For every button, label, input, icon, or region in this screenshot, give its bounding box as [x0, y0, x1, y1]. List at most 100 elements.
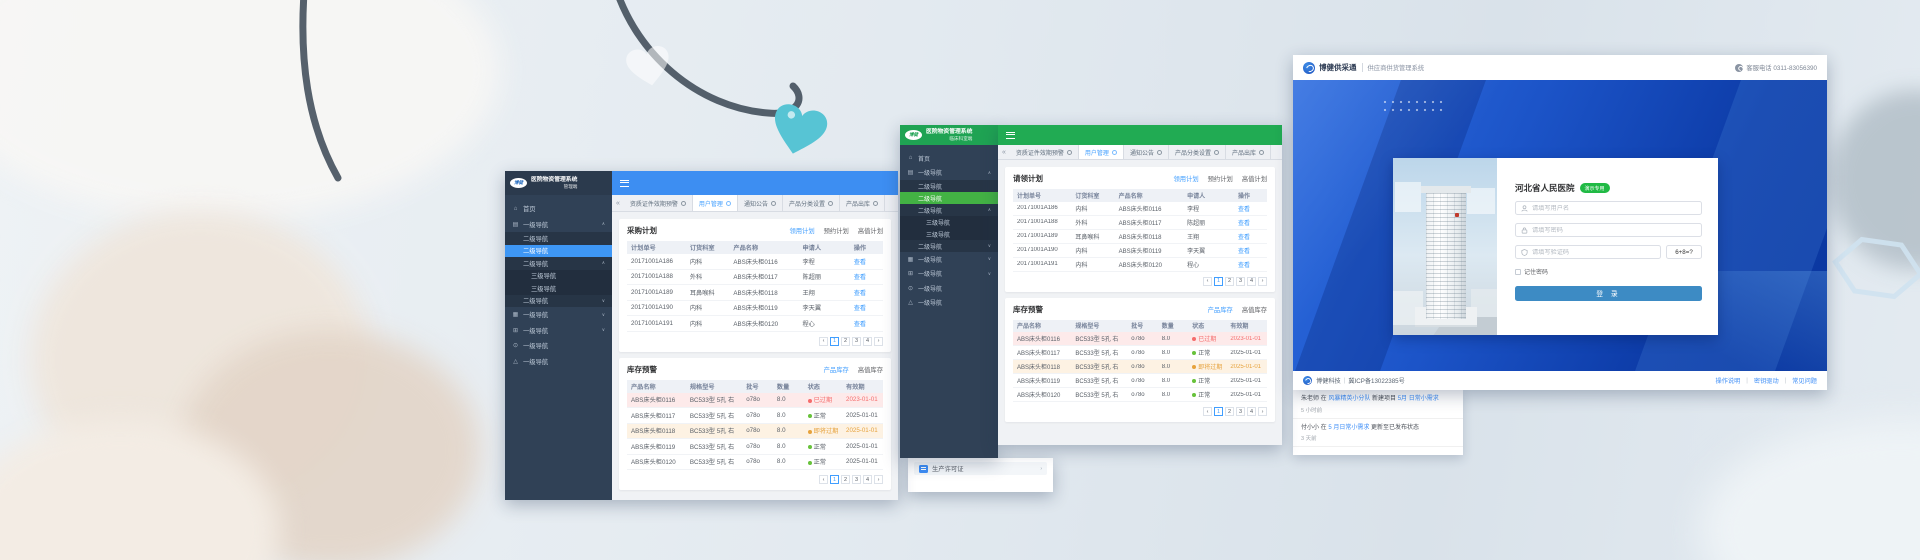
page-3[interactable]: 3 [1236, 407, 1245, 416]
sidebar-item-nav2[interactable]: 二级导航∧ [900, 204, 998, 216]
sidebar-item-nav1[interactable]: ▤一级导航∧ [505, 217, 612, 233]
tab-notice[interactable]: 通知公告 [1124, 145, 1169, 159]
sidebar-item-home[interactable]: ⌂首页 [900, 151, 998, 166]
sidebar-item-nav1[interactable]: ⊙一级导航 [505, 338, 612, 354]
tab-cert-expiry[interactable]: 资质证件效期预警 [624, 195, 693, 211]
sidebar-item-nav2-active[interactable]: 二级导航 [900, 192, 998, 204]
view-link[interactable]: 查看 [854, 259, 866, 266]
view-link[interactable]: 查看 [1238, 263, 1250, 269]
tab-product-outbound[interactable]: 产品出库 [1226, 145, 1271, 159]
link-highvalue-stock[interactable]: 高值库存 [1242, 305, 1267, 314]
page-2[interactable]: 2 [841, 475, 850, 484]
sidebar-item-nav2[interactable]: 二级导航 [900, 180, 998, 192]
sidebar-item-nav1[interactable]: △一级导航 [505, 354, 612, 370]
sidebar-item-nav3[interactable]: 三级导航 [505, 270, 612, 283]
page-1[interactable]: 1 [830, 475, 839, 484]
page-prev[interactable]: ‹ [819, 337, 828, 346]
page-3[interactable]: 3 [852, 337, 861, 346]
view-link[interactable]: 查看 [854, 290, 866, 297]
view-link[interactable]: 查看 [854, 274, 866, 281]
page-next[interactable]: › [874, 475, 883, 484]
sidebar-item-nav1[interactable]: ▦一级导航∨ [900, 252, 998, 267]
sidebar-item-nav1[interactable]: ▤一级导航∧ [900, 166, 998, 181]
expand-icon[interactable]: › [1040, 466, 1042, 472]
page-3[interactable]: 3 [852, 475, 861, 484]
page-next[interactable]: › [1258, 277, 1267, 286]
page-4[interactable]: 4 [863, 337, 872, 346]
sidebar-item-nav2-active[interactable]: 二级导航 [505, 245, 612, 258]
page-prev[interactable]: ‹ [1203, 277, 1212, 286]
notice-project-link[interactable]: 5月 日常小需求 [1398, 396, 1439, 402]
view-link[interactable]: 查看 [1238, 207, 1250, 213]
tab-category-settings[interactable]: 产品分类设置 [783, 195, 840, 211]
captcha-question[interactable]: 6+8=? [1666, 245, 1702, 259]
page-1[interactable]: 1 [830, 337, 839, 346]
view-link[interactable]: 查看 [854, 321, 866, 328]
notification-item[interactable]: 朱老师 在 风暴精英小分队 新建项目 5月 日常小需求 5 小时前 [1293, 390, 1463, 419]
sidebar-item-home[interactable]: ⌂首页 [505, 201, 612, 217]
sidebar-item-nav1[interactable]: ⊞一级导航∨ [900, 267, 998, 282]
page-1[interactable]: 1 [1214, 277, 1223, 286]
sidebar-item-nav1[interactable]: ⊞一级导航∨ [505, 323, 612, 339]
page-next[interactable]: › [874, 337, 883, 346]
link-reservation-plan[interactable]: 预约计划 [824, 226, 849, 235]
link-faq[interactable]: 常见问题 [1792, 376, 1817, 385]
page-2[interactable]: 2 [841, 337, 850, 346]
sidebar-item-nav1[interactable]: ▦一级导航∨ [505, 307, 612, 323]
page-4[interactable]: 4 [863, 475, 872, 484]
page-2[interactable]: 2 [1225, 407, 1234, 416]
link-highvalue-plan[interactable]: 高值计划 [1242, 174, 1267, 183]
page-prev[interactable]: ‹ [1203, 407, 1212, 416]
sidebar-item-nav1[interactable]: △一级导航 [900, 296, 998, 311]
notification-item[interactable]: 付小小 在 5 月日常小需求 更新至已发布状态 3 天前 [1293, 419, 1463, 448]
link-reservation-plan[interactable]: 预约计划 [1208, 174, 1233, 183]
page-4[interactable]: 4 [1247, 407, 1256, 416]
view-link[interactable]: 查看 [1238, 235, 1250, 241]
page-3[interactable]: 3 [1236, 277, 1245, 286]
view-link[interactable]: 查看 [1238, 249, 1250, 255]
page-2[interactable]: 2 [1225, 277, 1234, 286]
link-instructions[interactable]: 操作说明 [1716, 376, 1741, 385]
link-requisition-plan[interactable]: 领用计划 [789, 226, 814, 235]
page-1[interactable]: 1 [1214, 407, 1223, 416]
sidebar-item-nav3[interactable]: 三级导航 [900, 216, 998, 228]
password-field[interactable] [1515, 223, 1702, 237]
tab-user-management[interactable]: 用户管理 [693, 195, 738, 211]
tabs-collapse-icon[interactable]: « [998, 145, 1010, 159]
username-input[interactable] [1532, 205, 1696, 212]
hamburger-icon[interactable] [1006, 132, 1015, 139]
link-product-stock[interactable]: 产品库存 [1208, 305, 1233, 314]
sidebar-item-nav3[interactable]: 三级导航 [900, 228, 998, 240]
tab-user-management[interactable]: 用户管理 [1079, 145, 1124, 159]
remember-password[interactable]: 记住密码 [1515, 267, 1702, 276]
license-list-item[interactable]: 生产许可证 › [914, 462, 1047, 475]
password-input[interactable] [1532, 227, 1696, 234]
checkbox-icon[interactable] [1515, 269, 1521, 275]
tab-category-settings[interactable]: 产品分类设置 [1169, 145, 1226, 159]
tab-notice[interactable]: 通知公告 [738, 195, 783, 211]
link-highvalue-plan[interactable]: 高值计划 [858, 226, 883, 235]
sidebar-item-nav2[interactable]: 二级导航 [505, 232, 612, 245]
page-prev[interactable]: ‹ [819, 475, 828, 484]
page-4[interactable]: 4 [1247, 277, 1256, 286]
sidebar-item-nav2[interactable]: 二级导航∧ [505, 257, 612, 270]
link-key-driver[interactable]: 密钥驱动 [1754, 376, 1779, 385]
view-link[interactable]: 查看 [1238, 221, 1250, 227]
captcha-input[interactable] [1532, 249, 1655, 256]
page-next[interactable]: › [1258, 407, 1267, 416]
link-highvalue-stock[interactable]: 高值库存 [858, 365, 883, 374]
sidebar-item-nav1[interactable]: ⊙一级导航 [900, 281, 998, 296]
sidebar-item-nav2[interactable]: 二级导航∨ [505, 295, 612, 308]
captcha-field[interactable] [1515, 245, 1661, 259]
sidebar-item-nav3[interactable]: 三级导航 [505, 282, 612, 295]
tabs-collapse-icon[interactable]: « [612, 195, 624, 211]
login-button[interactable]: 登 录 [1515, 286, 1702, 301]
notice-team-link[interactable]: 风暴精英小分队 [1328, 396, 1370, 402]
link-requisition-plan[interactable]: 领用计划 [1173, 174, 1198, 183]
hamburger-icon[interactable] [620, 180, 629, 187]
notice-project-link[interactable]: 5 月日常小需求 [1328, 425, 1369, 431]
sidebar-item-nav2[interactable]: 二级导航∨ [900, 240, 998, 252]
view-link[interactable]: 查看 [854, 305, 866, 312]
link-product-stock[interactable]: 产品库存 [824, 365, 849, 374]
username-field[interactable] [1515, 201, 1702, 215]
